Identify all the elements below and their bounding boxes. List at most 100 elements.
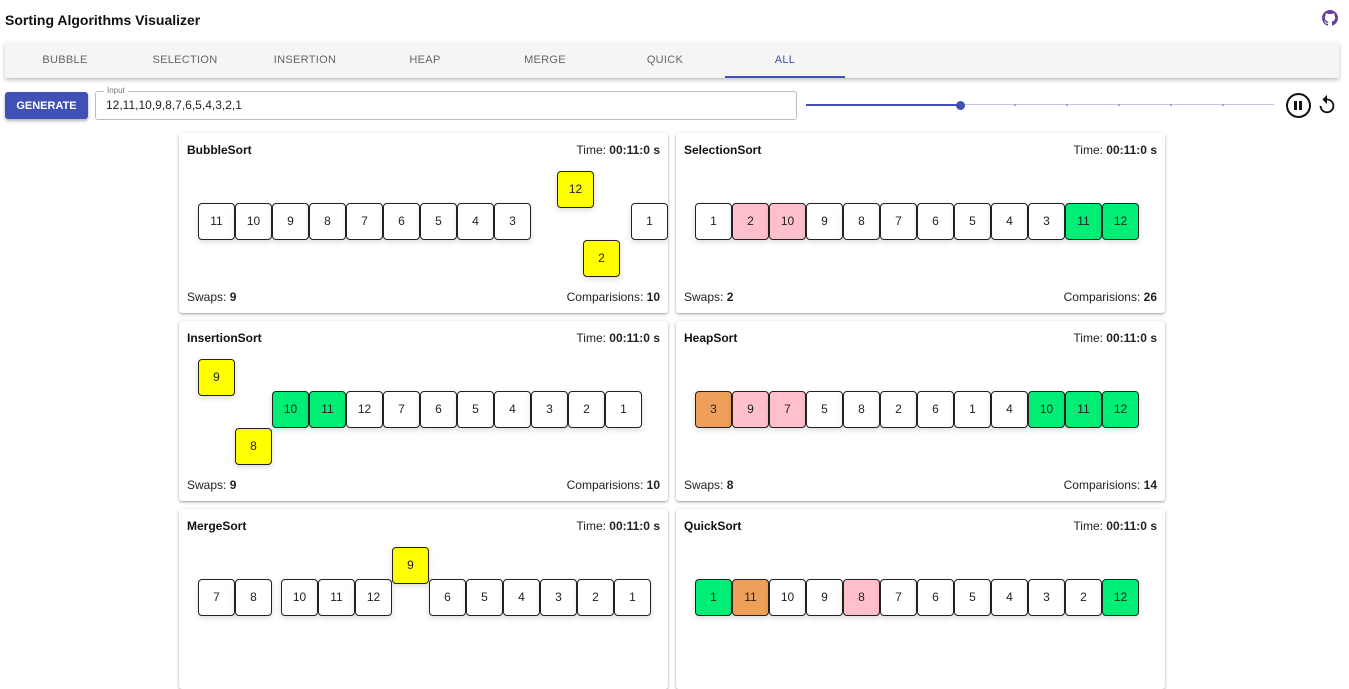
array-cell: 4: [991, 203, 1028, 240]
time-value: 00:11:0 s: [1106, 519, 1157, 533]
array-cell: 1: [695, 203, 732, 240]
card-heap-sort: HeapSort Time: 00:11:0 s Swaps: 8 Compar…: [676, 321, 1165, 501]
array-cell: 7: [769, 391, 806, 428]
tab-insertion[interactable]: INSERTION: [245, 42, 365, 78]
tab-heap[interactable]: HEAP: [365, 42, 485, 78]
array-cell: 12: [1102, 391, 1139, 428]
array-cell: 6: [429, 579, 466, 616]
comparisons-label: Comparisions:: [1063, 290, 1144, 304]
card-time: Time: 00:11:0 s: [1073, 331, 1157, 345]
swaps-count: Swaps: 9: [187, 290, 236, 304]
array-cell: 9: [806, 579, 843, 616]
array-cell: 12: [557, 171, 594, 208]
swaps-count: Swaps: 8: [684, 478, 733, 492]
array-cell: 3: [1028, 203, 1065, 240]
time-value: 00:11:0 s: [1106, 331, 1157, 345]
array-cell: 9: [198, 359, 235, 396]
array-cell: 10: [769, 579, 806, 616]
array-cell: 5: [954, 579, 991, 616]
card-time: Time: 00:11:0 s: [576, 519, 660, 533]
array-cell: 10: [272, 391, 309, 428]
array-cell: 8: [235, 579, 272, 616]
array-cell: 12: [1102, 579, 1139, 616]
card-title: SelectionSort: [684, 143, 762, 157]
array-cell: 7: [198, 579, 235, 616]
comparisons-count: Comparisions: 10: [567, 478, 660, 492]
comparisons-value: 26: [1143, 290, 1157, 304]
array-cell: 1: [605, 391, 642, 428]
slider-mark: [858, 104, 860, 106]
array-cell: 10: [281, 579, 318, 616]
swaps-count: Swaps: 9: [187, 478, 236, 492]
slider-track: [806, 104, 960, 106]
app-header: Sorting Algorithms Visualizer: [0, 0, 1349, 40]
card-merge-sort: MergeSort Time: 00:11:0 s 7 8 10 11 12 9 6 5 4 3 2…: [179, 509, 668, 689]
array-cell: 3: [531, 391, 568, 428]
swaps-value: 2: [726, 290, 734, 304]
slider-mark: [1170, 104, 1172, 106]
array-cell: 7: [880, 203, 917, 240]
generate-button[interactable]: GENERATE: [5, 92, 88, 119]
swaps-value: 9: [229, 478, 237, 492]
array-cell: 6: [420, 391, 457, 428]
array-cell: 8: [843, 579, 880, 616]
comparisons-label: Comparisions:: [1063, 478, 1144, 492]
array-cell: 6: [917, 203, 954, 240]
array-cell: 7: [346, 203, 383, 240]
slider-thumb[interactable]: [956, 101, 965, 110]
pause-bar: [1294, 101, 1297, 110]
card-title: BubbleSort: [187, 143, 252, 157]
array-cell: 8: [309, 203, 346, 240]
array-cell: 1: [954, 391, 991, 428]
swaps-label: Swaps:: [684, 290, 727, 304]
time-label: Time:: [1073, 143, 1107, 157]
array-cell: 5: [954, 203, 991, 240]
array-cell: 8: [235, 428, 272, 465]
tab-merge[interactable]: MERGE: [485, 42, 605, 78]
time-label: Time:: [1073, 331, 1107, 345]
array-cell: 5: [806, 391, 843, 428]
card-time: Time: 00:11:0 s: [1073, 143, 1157, 157]
array-cell: 1: [695, 579, 732, 616]
github-icon[interactable]: [1322, 10, 1338, 26]
array-cell: 12: [355, 579, 392, 616]
speed-slider[interactable]: [806, 97, 1274, 113]
array-cell: 11: [1065, 203, 1102, 240]
tab-bubble[interactable]: BUBBLE: [5, 42, 125, 78]
array-cell: 11: [732, 579, 769, 616]
time-label: Time:: [1073, 519, 1107, 533]
array-cell: 1: [631, 203, 668, 240]
swaps-label: Swaps:: [187, 290, 230, 304]
array-cell: 2: [583, 240, 620, 277]
array-cell: 9: [392, 547, 429, 584]
tab-all[interactable]: ALL: [725, 42, 845, 78]
card-quick-sort: QuickSort Time: 00:11:0 s 1 11 10 9 8 7 6 5 4 3 2 1…: [676, 509, 1165, 689]
array-cell: 3: [540, 579, 577, 616]
array-cell: 4: [991, 579, 1028, 616]
comparisons-count: Comparisions: 10: [567, 290, 660, 304]
tab-quick[interactable]: QUICK: [605, 42, 725, 78]
card-bubble-sort: BubbleSort Time: 00:11:0 s Swaps: 9 Comp…: [179, 133, 668, 313]
array-input[interactable]: [106, 98, 786, 112]
swaps-value: 9: [229, 290, 237, 304]
card-insertion-sort: InsertionSort Time: 00:11:0 s Swaps: 9 C…: [179, 321, 668, 501]
time-label: Time:: [576, 519, 610, 533]
reset-icon[interactable]: [1316, 94, 1338, 116]
array-cell: 2: [1065, 579, 1102, 616]
array-cell: 4: [991, 391, 1028, 428]
comparisons-value: 10: [646, 290, 660, 304]
array-cell: 5: [466, 579, 503, 616]
array-cell: 3: [695, 391, 732, 428]
tab-selection[interactable]: SELECTION: [125, 42, 245, 78]
pause-circle-icon[interactable]: [1286, 93, 1311, 118]
array-cell: 8: [843, 391, 880, 428]
time-value: 00:11:0 s: [609, 519, 660, 533]
array-cell: 4: [457, 203, 494, 240]
time-value: 00:11:0 s: [609, 331, 660, 345]
array-cell: 6: [917, 579, 954, 616]
array-cell: 11: [198, 203, 235, 240]
array-cell: 3: [494, 203, 531, 240]
array-cell: 6: [383, 203, 420, 240]
comparisons-count: Comparisions: 26: [1064, 290, 1157, 304]
slider-mark: [1014, 104, 1016, 106]
